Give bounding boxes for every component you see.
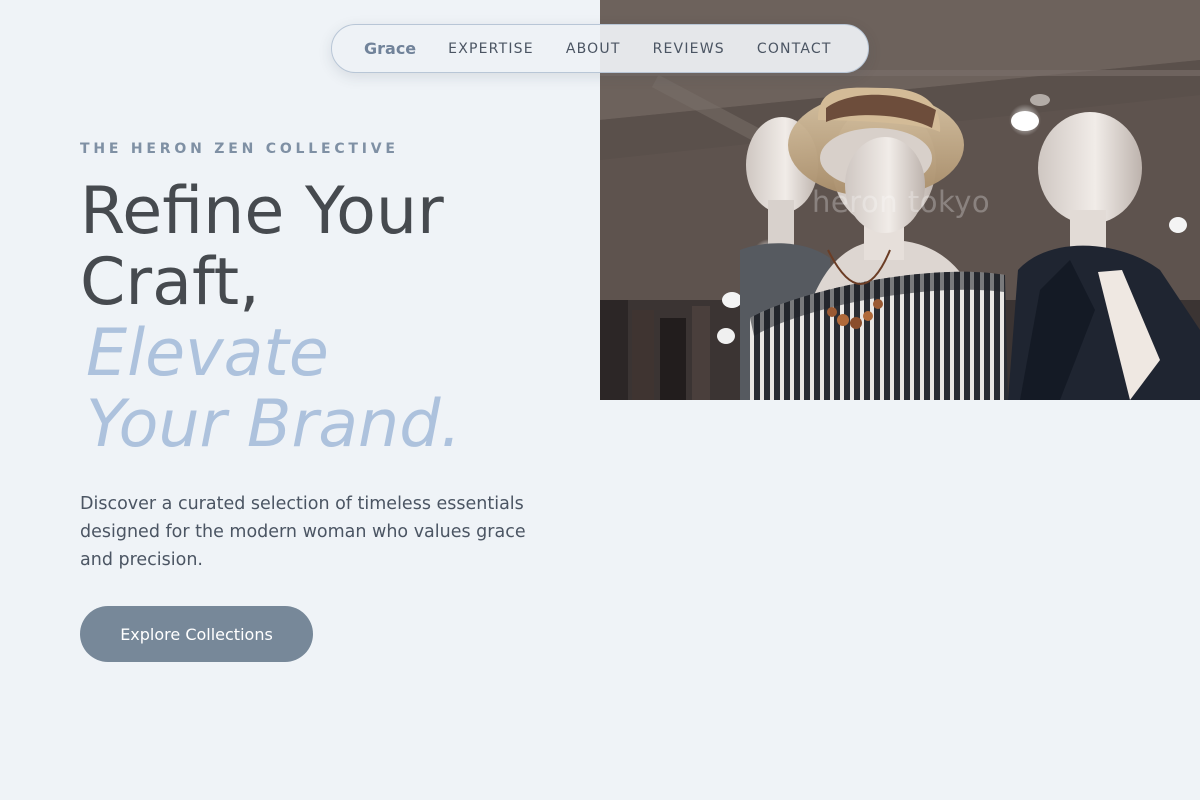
top-navigation: Grace EXPERTISE ABOUT REVIEWS CONTACT — [331, 24, 869, 73]
headline-line-2: Craft, — [80, 245, 260, 320]
hero-description: Discover a curated selection of timeless… — [80, 494, 526, 570]
nav-link-about[interactable]: ABOUT — [566, 41, 621, 57]
brand-logo[interactable]: Grace — [364, 39, 416, 58]
headline-accent-line-2: Your Brand. — [86, 387, 462, 462]
hero-eyebrow: THE HERON ZEN COLLECTIVE — [80, 141, 399, 157]
headline-line-1: Refine Your — [80, 174, 444, 249]
nav-link-contact[interactable]: CONTACT — [757, 41, 832, 57]
nav-link-expertise[interactable]: EXPERTISE — [448, 41, 534, 57]
hero-headline: Refine Your Craft, Elevate Your Brand. — [80, 176, 461, 460]
explore-collections-button[interactable]: Explore Collections — [80, 606, 313, 662]
nav-link-reviews[interactable]: REVIEWS — [653, 41, 725, 57]
headline-accent-line-1: Elevate — [86, 316, 329, 391]
image-watermark: heron tokyo — [812, 185, 991, 219]
